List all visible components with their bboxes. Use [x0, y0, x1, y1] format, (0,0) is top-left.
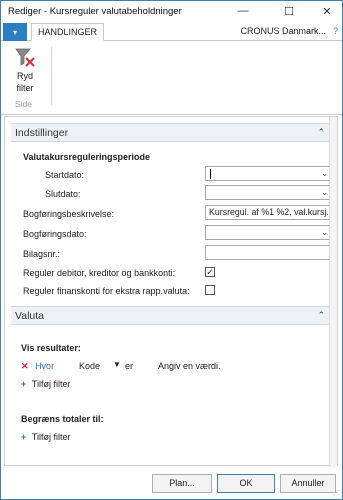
- minimize-button[interactable]: —: [229, 1, 257, 21]
- filter-field-dropdown-icon[interactable]: ▼: [113, 360, 121, 369]
- clear-filter-icon: [15, 48, 35, 67]
- filter-operator: er: [125, 361, 134, 371]
- settings-section-title: Indstillinger: [15, 127, 69, 139]
- ribbon-group-separator: [51, 47, 52, 105]
- chevron-down-icon: ▾: [12, 27, 17, 37]
- clear-filter-button[interactable]: Ryd filter: [9, 47, 41, 93]
- filter-row: ✕ Hvor: [21, 361, 54, 372]
- adjust-cust-vend-bank-label: Reguler debitor, kreditor og bankkonti:: [23, 268, 176, 278]
- content-area: Indstillinger ⌃ Valutakursreguleringsper…: [4, 116, 338, 467]
- ok-button[interactable]: OK: [217, 474, 275, 493]
- start-date-label: Startdato:: [45, 170, 85, 180]
- add-icon: +: [21, 432, 27, 442]
- tab-handlinger[interactable]: HANDLINGER: [31, 23, 105, 41]
- resize-grip-icon[interactable]: ⋰: [333, 489, 340, 497]
- ribbon-body: Ryd filter Side: [1, 41, 342, 115]
- ribbon-tabs: ▾ HANDLINGER CRONUS Danmark... ?: [1, 23, 342, 41]
- add-icon: +: [21, 379, 27, 389]
- end-date-field[interactable]: ⌄: [205, 185, 333, 200]
- minimize-icon: —: [237, 5, 249, 17]
- adjust-gl-accounts-label: Reguler finanskonti for ekstra rapp.valu…: [23, 286, 190, 296]
- vertical-scrollbar[interactable]: [329, 117, 337, 467]
- close-window-button[interactable]: ✕: [313, 1, 341, 21]
- cancel-button[interactable]: Annuller: [280, 474, 336, 493]
- window-title: Rediger - Kursreguler valutabeholdninger: [8, 6, 182, 17]
- clear-filter-label-line1: Ryd: [16, 71, 33, 81]
- file-menu-button[interactable]: ▾: [3, 23, 27, 41]
- add-filter-link[interactable]: + Tilføj filter: [21, 379, 70, 389]
- end-date-label: Slutdato:: [45, 189, 81, 199]
- add-filter-label: Tilføj filter: [31, 379, 71, 389]
- period-group-title: Valutakursreguleringsperiode: [23, 152, 151, 162]
- add-filter-label: Tilføj filter: [31, 432, 71, 442]
- adjust-gl-accounts-checkbox[interactable]: [205, 285, 215, 295]
- chevron-down-icon[interactable]: ⌄: [321, 167, 328, 180]
- document-no-field[interactable]: [205, 245, 333, 260]
- section-header-currency[interactable]: Valuta ⌃: [11, 306, 331, 325]
- maximize-button[interactable]: ☐: [275, 1, 303, 21]
- add-totals-filter-link[interactable]: + Tilføj filter: [21, 432, 70, 442]
- chevron-down-icon[interactable]: ⌄: [321, 226, 328, 239]
- document-no-label: Bilagsnr.:: [23, 249, 61, 259]
- posting-description-label: Bogføringsbeskrivelse:: [23, 209, 115, 219]
- where-link[interactable]: Hvor: [35, 361, 54, 371]
- show-results-title: Vis resultater:: [21, 343, 81, 353]
- dialog-window: Rediger - Kursreguler valutabeholdninger…: [0, 0, 343, 500]
- remove-filter-icon[interactable]: ✕: [21, 361, 29, 371]
- clear-filter-label-line2: filter: [16, 83, 34, 93]
- company-name[interactable]: CRONUS Danmark...: [240, 26, 326, 36]
- section-header-settings[interactable]: Indstillinger ⌃: [11, 123, 331, 142]
- collapse-icon[interactable]: ⌃: [317, 127, 325, 138]
- close-icon: ✕: [322, 5, 332, 18]
- posting-date-label: Bogføringsdato:: [23, 229, 87, 239]
- start-date-field[interactable]: ⌄: [205, 166, 333, 181]
- chevron-down-icon[interactable]: ⌄: [321, 186, 328, 199]
- posting-description-field[interactable]: Kursregul. af %1 %2, val.kursj...: [205, 205, 333, 220]
- filter-value-input[interactable]: Angiv en værdi.: [158, 361, 221, 371]
- currency-section-title: Valuta: [15, 310, 44, 322]
- help-icon[interactable]: ?: [333, 26, 338, 36]
- filter-field-name[interactable]: Kode: [79, 361, 100, 371]
- adjust-cust-vend-bank-checkbox[interactable]: ✓: [205, 267, 215, 277]
- plan-button[interactable]: Plan...: [152, 474, 212, 493]
- collapse-icon[interactable]: ⌃: [317, 310, 325, 321]
- maximize-icon: ☐: [284, 5, 294, 18]
- limit-totals-title: Begræns totaler til:: [21, 414, 104, 424]
- text-caret: [210, 169, 211, 179]
- ribbon-group-label: Side: [15, 99, 33, 109]
- title-bar: Rediger - Kursreguler valutabeholdninger…: [1, 1, 342, 21]
- posting-date-field[interactable]: ⌄: [205, 225, 333, 240]
